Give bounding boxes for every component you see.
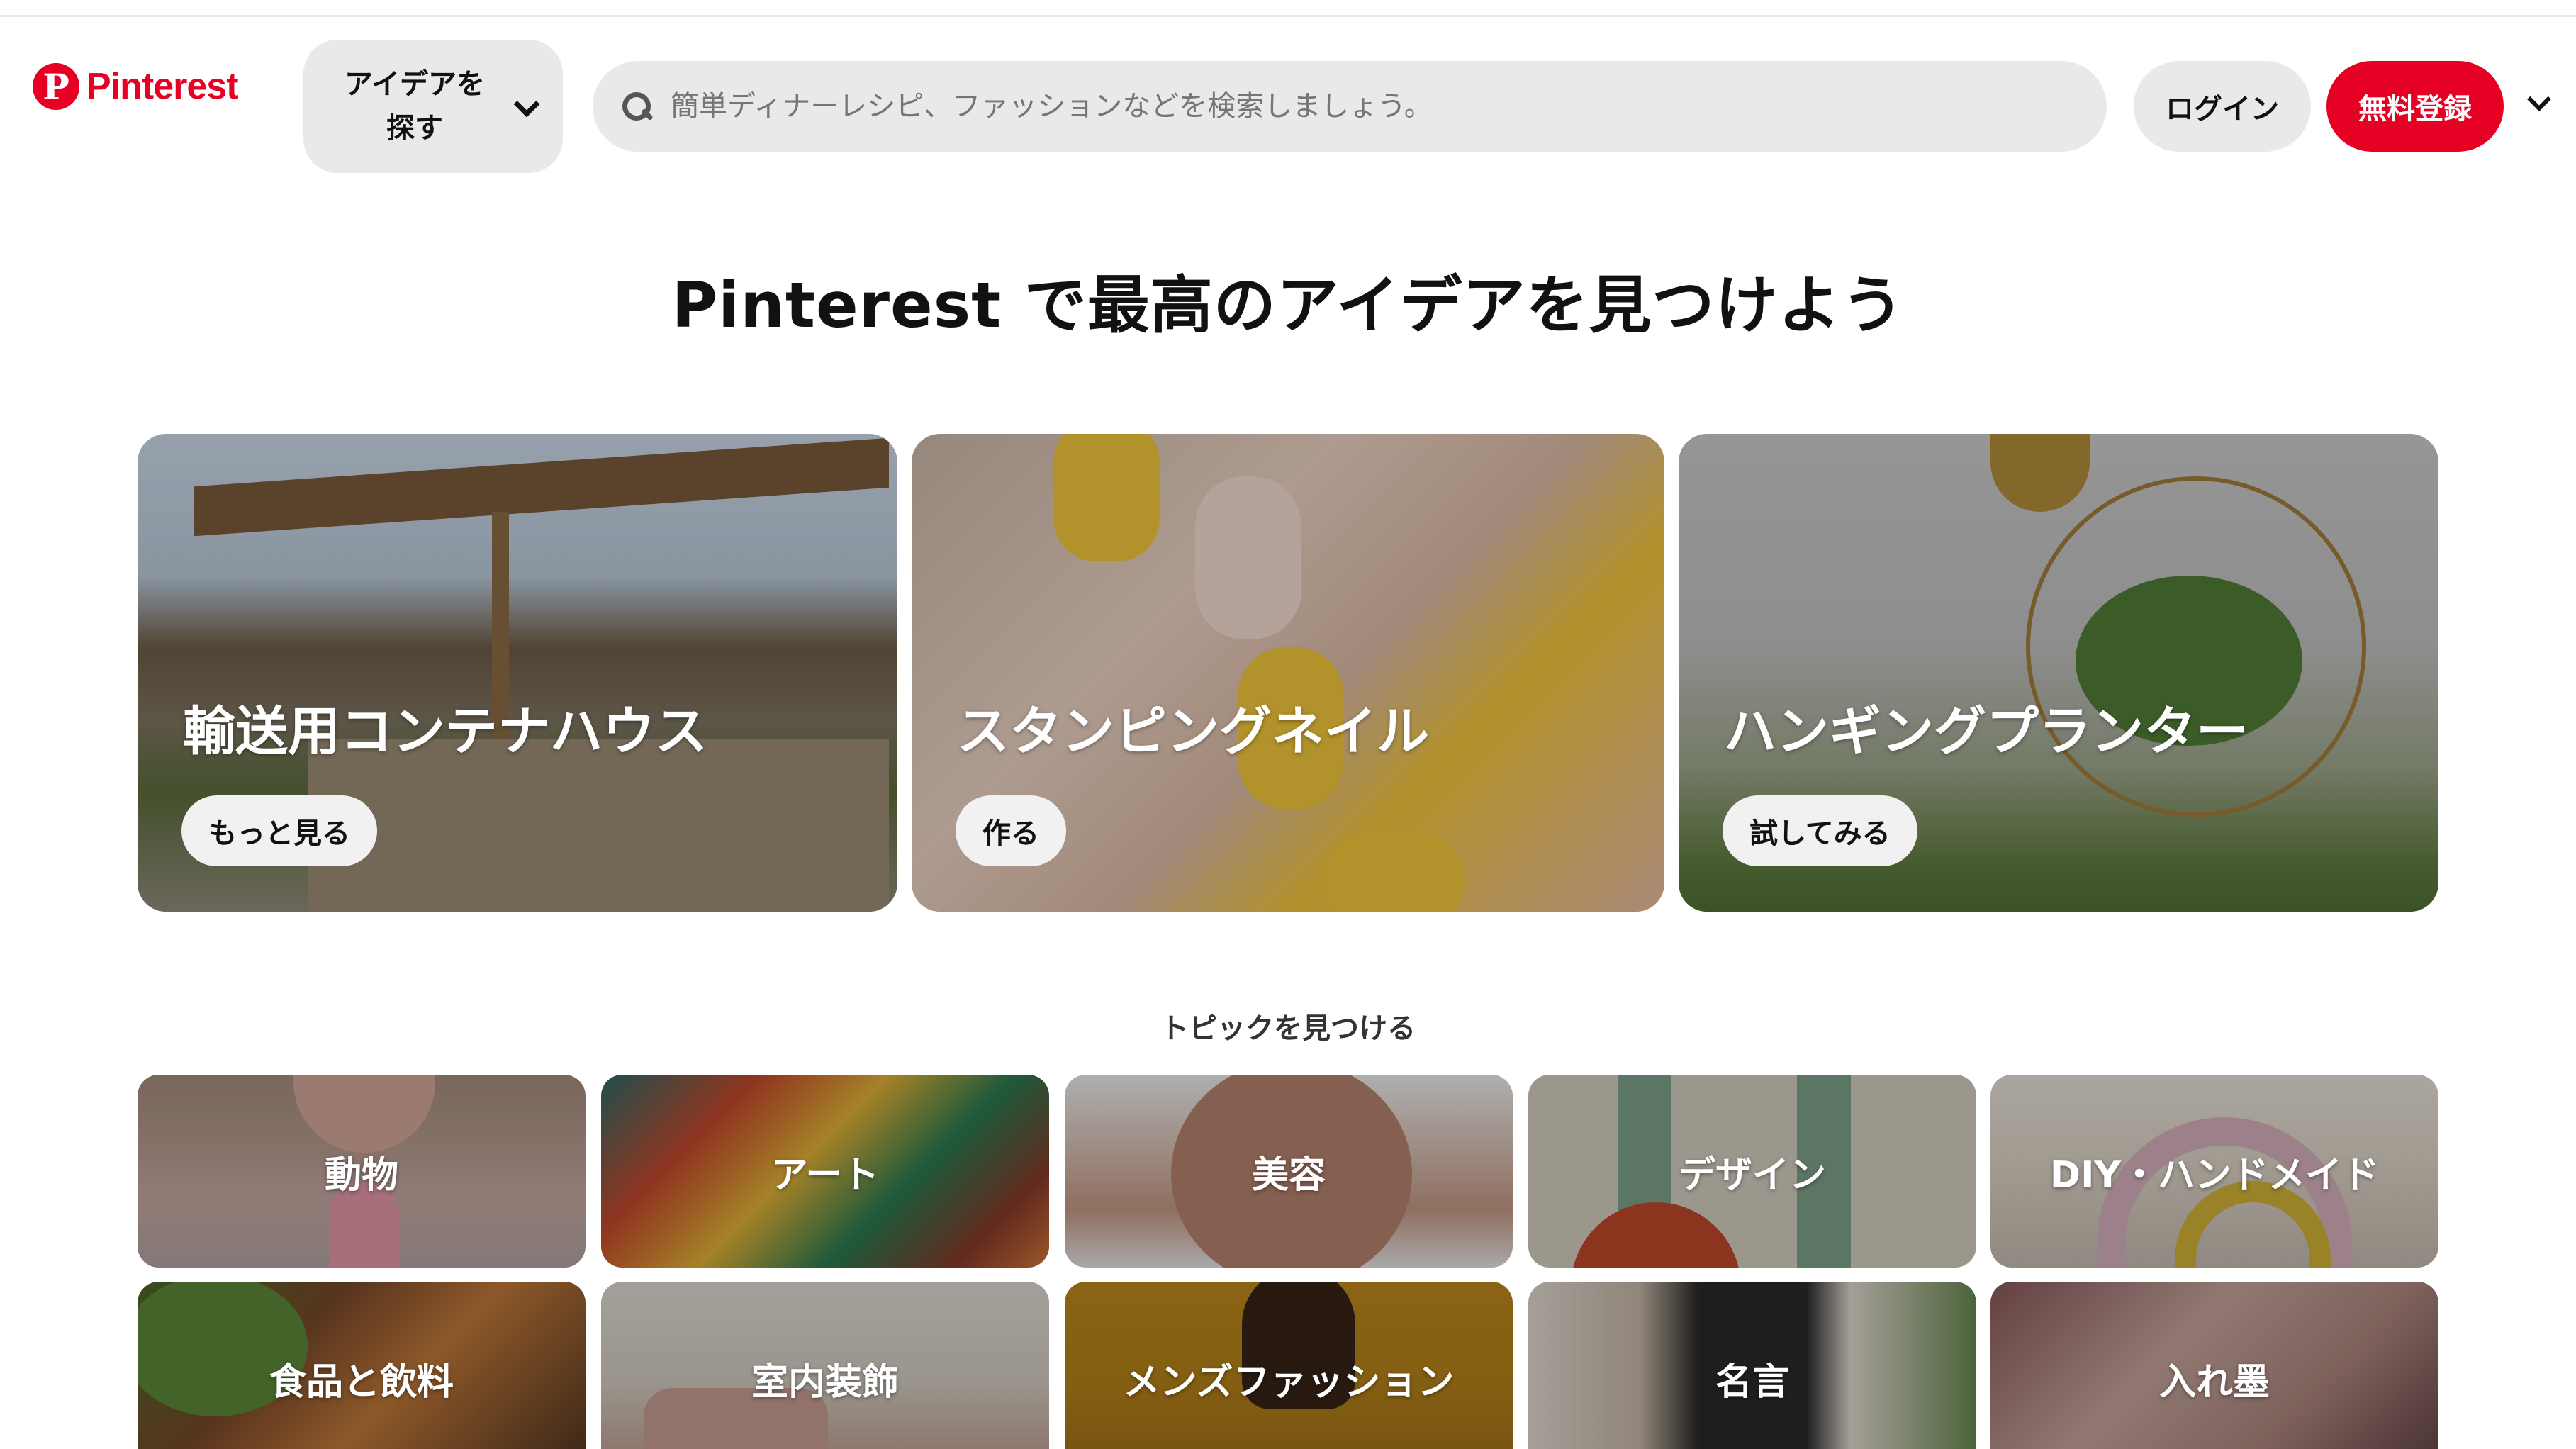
- signup-button[interactable]: 無料登録: [2326, 61, 2504, 152]
- pinterest-logo-text: Pinterest: [86, 66, 239, 107]
- chevron-down-icon: [513, 91, 540, 118]
- topic-tile-art[interactable]: アート: [601, 1075, 1049, 1268]
- more-chevron-down-icon[interactable]: [2527, 87, 2551, 111]
- search-bar[interactable]: [593, 61, 2107, 152]
- login-button[interactable]: ログイン: [2134, 61, 2311, 152]
- topic-tile-diy[interactable]: DIY・ハンドメイド: [1990, 1075, 2438, 1268]
- topic-label: 動物: [324, 1153, 398, 1197]
- search-input[interactable]: [671, 90, 2017, 123]
- search-icon: [621, 91, 652, 122]
- explore-ideas-button[interactable]: アイデアを探す: [303, 40, 563, 173]
- topics-title: トピックを見つける: [1160, 1012, 1416, 1045]
- topic-label: アート: [771, 1153, 880, 1197]
- topic-tile-interior[interactable]: 室内装飾: [601, 1282, 1049, 1449]
- topic-label: デザイン: [1678, 1153, 1826, 1197]
- topic-label: 入れ墨: [2158, 1360, 2270, 1404]
- feature-card-button[interactable]: 作る: [956, 795, 1066, 866]
- topic-label: 食品と飲料: [269, 1360, 454, 1404]
- topic-tile-quotes[interactable]: 名言: [1528, 1282, 1976, 1449]
- topic-tile-beauty[interactable]: 美容: [1065, 1075, 1513, 1268]
- topic-label: 室内装飾: [751, 1360, 899, 1404]
- topic-label: 名言: [1715, 1360, 1789, 1404]
- window-top-edge: [0, 0, 2576, 17]
- feature-card-title: スタンピングネイル: [957, 701, 1429, 762]
- pinterest-logo[interactable]: P Pinterest: [33, 61, 239, 112]
- topic-tile-animals[interactable]: 動物: [138, 1075, 586, 1268]
- feature-card-title: ハンギングプランター: [1724, 701, 2249, 762]
- feature-card-container-house[interactable]: 輸送用コンテナハウス もっと見る: [138, 434, 897, 912]
- topic-tile-mens-fashion[interactable]: メンズファッション: [1065, 1282, 1513, 1449]
- site-header: P Pinterest アイデアを探す ログイン 無料登録: [0, 17, 2576, 173]
- feature-card-button[interactable]: 試してみる: [1723, 795, 1917, 866]
- topic-label: メンズファッション: [1123, 1360, 1455, 1404]
- feature-card-hanging-planter[interactable]: ハンギングプランター 試してみる: [1679, 434, 2438, 912]
- feature-card-stamping-nail[interactable]: スタンピングネイル 作る: [912, 434, 1664, 912]
- topic-label: 美容: [1251, 1153, 1326, 1197]
- topic-label: DIY・ハンドメイド: [2049, 1153, 2380, 1197]
- topic-tile-tattoo[interactable]: 入れ墨: [1990, 1282, 2438, 1449]
- page-title: Pinterest で最高のアイデアを見つけよう: [671, 269, 1905, 342]
- topic-tile-design[interactable]: デザイン: [1528, 1075, 1976, 1268]
- feature-card-button[interactable]: もっと見る: [181, 795, 377, 866]
- topic-tile-food[interactable]: 食品と飲料: [138, 1282, 586, 1449]
- feature-card-title: 輸送用コンテナハウス: [183, 701, 707, 762]
- explore-ideas-label: アイデアを探す: [345, 68, 485, 145]
- pinterest-logo-icon: P: [33, 63, 79, 110]
